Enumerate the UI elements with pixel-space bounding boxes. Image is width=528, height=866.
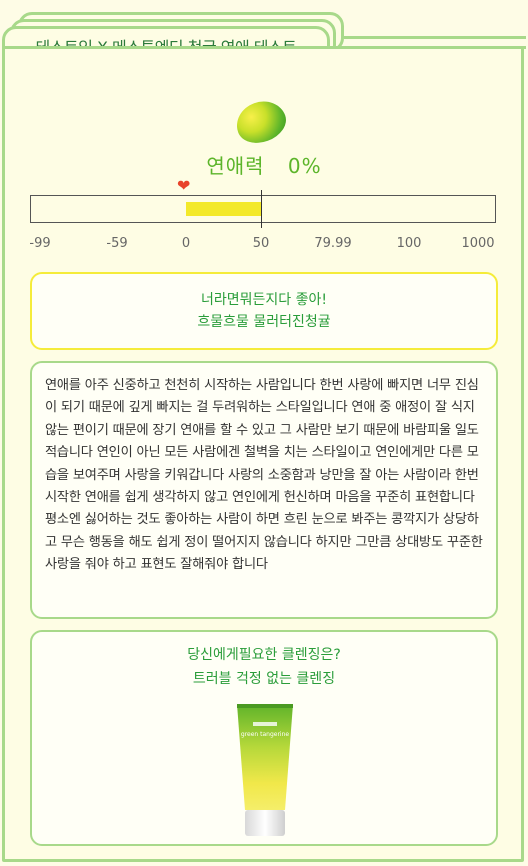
- recommendation-card[interactable]: 당신에게필요한 클렌징은? 트러블 걱정 없는 클렌징 green tanger…: [30, 630, 498, 846]
- divider: [330, 46, 526, 49]
- gauge-tick-label: -59: [106, 236, 128, 251]
- gauge-fill: [186, 202, 261, 216]
- gauge-tick-label: 0: [181, 236, 191, 251]
- product-label: green tangerine: [241, 731, 290, 738]
- recommendation-question: 당신에게필요한 클렌징은?: [187, 647, 341, 663]
- divider: [344, 36, 526, 39]
- gauge-tick-label: -99: [29, 236, 51, 251]
- banner-line-2: 흐물흐물 물러터진청귤: [197, 314, 331, 330]
- love-rate: 연애력 0%: [0, 150, 528, 179]
- love-gauge: [30, 190, 496, 228]
- love-rate-value: 0%: [287, 154, 322, 178]
- gauge-marker: [261, 190, 262, 228]
- gauge-tick-label: 50: [252, 236, 270, 251]
- gauge-tick-label: 79.99: [314, 236, 352, 251]
- cleanser-tube-image[interactable]: green tangerine: [233, 702, 297, 842]
- result-description: 연애를 아주 신중하고 천천히 시작하는 사람입니다 한번 사랑에 빠지면 너무…: [30, 361, 498, 619]
- gauge-ticks: -99 -59 0 50 79.99 100 1000: [0, 236, 528, 256]
- gauge-tick-label: 100: [396, 236, 422, 251]
- recommendation-answer: 트러블 걱정 없는 클렌징: [192, 671, 336, 687]
- banner-line-1: 너라면뭐든지다 좋아!: [201, 292, 327, 308]
- heart-icon: ❤: [177, 176, 191, 195]
- result-banner: 너라면뭐든지다 좋아! 흐물흐물 물러터진청귤: [30, 272, 498, 350]
- love-rate-label: 연애력: [206, 154, 265, 178]
- gauge-tick-label: 1000: [461, 236, 495, 251]
